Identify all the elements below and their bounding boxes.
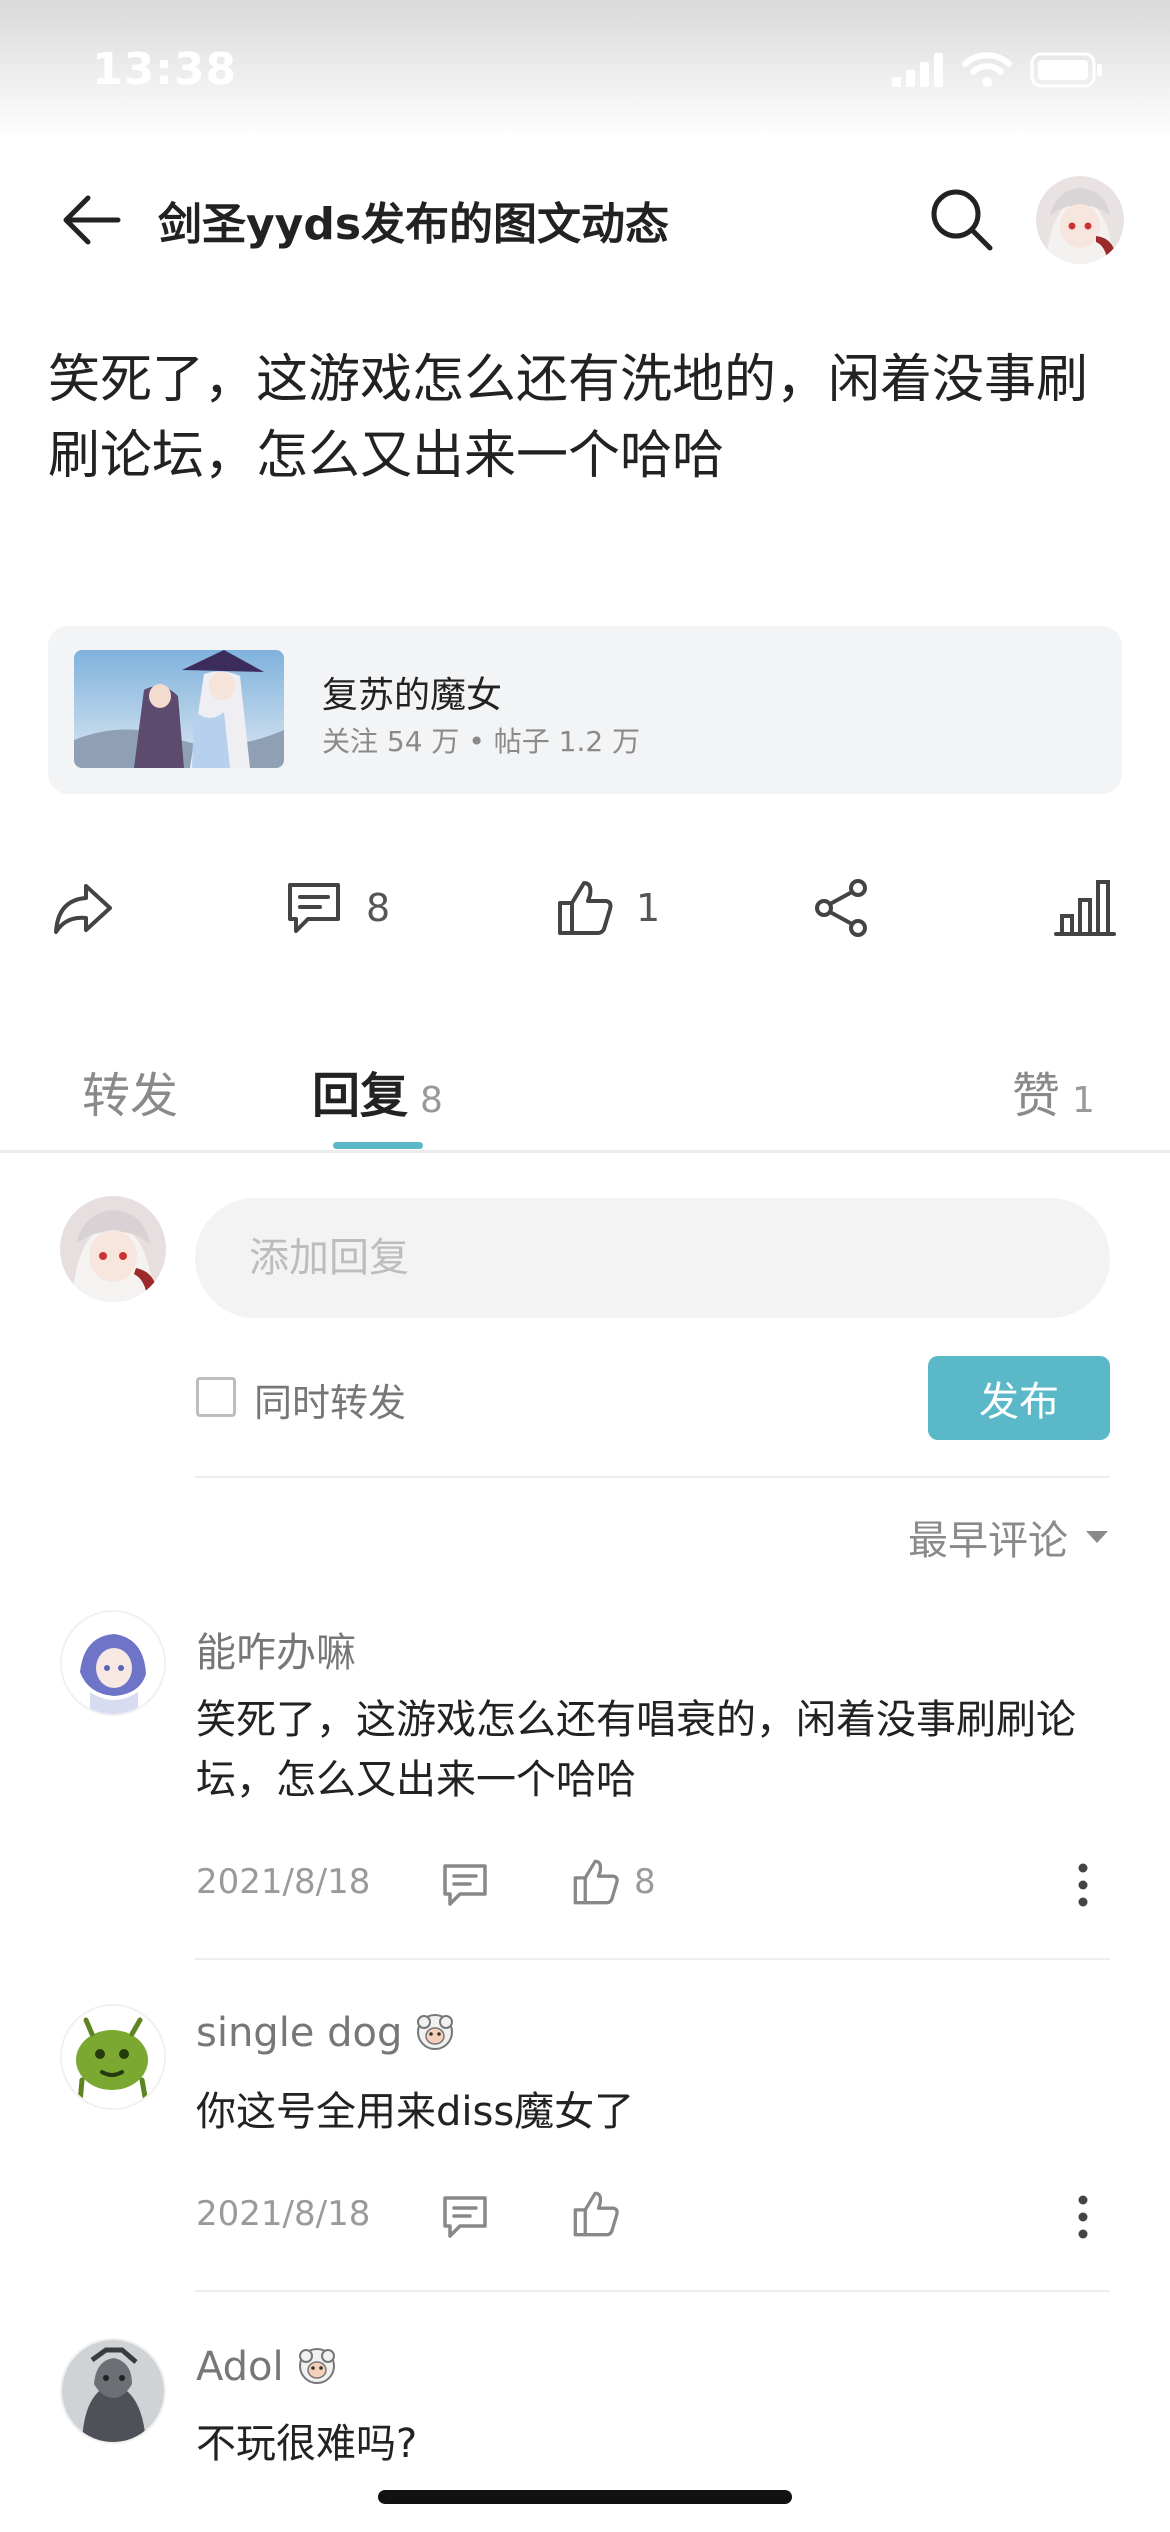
commenter-avatar[interactable] bbox=[60, 1610, 166, 1716]
tab-label: 回复 bbox=[312, 1068, 409, 1124]
bar-chart-icon bbox=[1054, 880, 1116, 936]
comment-text: 笑死了，这游戏怎么还有唱衰的，闲着没事刷刷论坛，怎么又出来一个哈哈 bbox=[196, 1697, 1076, 1803]
commenter-name[interactable]: 能咋办嘛 bbox=[196, 1620, 356, 1678]
stats-button[interactable] bbox=[1054, 870, 1116, 946]
post-body: 笑死了，这游戏怎么还有洗地的，闲着没事刷刷论坛，怎么又出来一个哈哈 bbox=[48, 350, 1089, 486]
tab-count: 8 bbox=[420, 1080, 443, 1121]
sheep-badge-icon bbox=[417, 2014, 454, 2050]
page-title: 剑圣yyds发布的图文动态 bbox=[158, 199, 670, 250]
thumbs-up-icon bbox=[558, 881, 613, 935]
comment-date: 2021/8/18 bbox=[196, 2194, 371, 2234]
sort-dropdown[interactable]: 最早评论 bbox=[908, 1508, 1110, 1566]
more-icon[interactable] bbox=[1068, 1860, 1098, 1910]
commenter-name-text: 能咋办嘛 bbox=[196, 1630, 356, 1676]
share-icon bbox=[815, 879, 867, 937]
status-time: 13:38 bbox=[92, 44, 238, 95]
commenter-name[interactable]: single dog bbox=[196, 2010, 458, 2056]
status-icons bbox=[892, 52, 1104, 88]
comment-text: 你这号全用来diss魔女了 bbox=[196, 2089, 635, 2135]
sheep-badge-icon bbox=[298, 2348, 335, 2384]
comment-icon bbox=[288, 883, 340, 933]
tab-divider bbox=[0, 1150, 1170, 1153]
comment-button[interactable]: 8 bbox=[284, 870, 390, 946]
wifi-icon bbox=[962, 52, 1012, 87]
battery-icon bbox=[1030, 52, 1102, 88]
comment-meta: 2021/8/18 8 bbox=[196, 1854, 1116, 1914]
forward-icon bbox=[54, 884, 112, 934]
tab-likes[interactable]: 赞1 bbox=[1012, 1056, 1095, 1126]
thumbs-up-icon bbox=[573, 2191, 619, 2237]
reply-icon[interactable] bbox=[440, 2192, 490, 2242]
tab-replies[interactable]: 回复 8 bbox=[312, 1056, 443, 1126]
game-name: 复苏的魔女 bbox=[322, 675, 503, 716]
forward-button[interactable] bbox=[52, 870, 114, 946]
sort-label: 最早评论 bbox=[908, 1518, 1068, 1564]
author-avatar[interactable] bbox=[1036, 176, 1124, 264]
comment-meta: 2021/8/18 bbox=[196, 2186, 1116, 2246]
forward-checkbox[interactable] bbox=[196, 1377, 236, 1417]
game-thumbnail bbox=[74, 650, 284, 768]
like-count: 1 bbox=[636, 886, 661, 930]
tab-forward[interactable]: 转发 bbox=[82, 1056, 178, 1126]
commenter-avatar[interactable] bbox=[60, 2004, 166, 2110]
comment-divider bbox=[195, 1958, 1110, 1960]
commenter-name-text: single dog bbox=[196, 2010, 403, 2056]
comment-like-button[interactable]: 8 bbox=[572, 1858, 656, 1906]
publish-button[interactable]: 发布 bbox=[928, 1356, 1110, 1440]
tab-label: 赞 bbox=[1012, 1068, 1061, 1124]
commenter-name-text: Adol bbox=[196, 2344, 284, 2390]
comment-text: 不玩很难吗? bbox=[196, 2421, 418, 2467]
my-avatar bbox=[60, 1196, 166, 1302]
forward-checkbox-label[interactable]: 同时转发 bbox=[254, 1372, 406, 1427]
caret-down-icon bbox=[1086, 1531, 1108, 1543]
signal-icon bbox=[892, 53, 943, 87]
search-icon[interactable] bbox=[926, 184, 996, 254]
comment-like-button[interactable] bbox=[572, 2190, 634, 2238]
composer-divider bbox=[195, 1476, 1110, 1478]
commenter-name[interactable]: Adol bbox=[196, 2344, 340, 2390]
tab-count: 1 bbox=[1072, 1080, 1095, 1121]
game-card[interactable]: 复苏的魔女 关注 54 万 • 帖子 1.2 万 bbox=[48, 626, 1122, 794]
thumbs-up-icon bbox=[573, 1859, 619, 1905]
home-indicator[interactable] bbox=[378, 2490, 792, 2504]
active-tab-indicator bbox=[333, 1142, 423, 1149]
like-button[interactable]: 1 bbox=[556, 870, 660, 946]
comment-divider bbox=[195, 2290, 1110, 2292]
comment-date: 2021/8/18 bbox=[196, 1862, 371, 1902]
more-icon[interactable] bbox=[1068, 2192, 1098, 2242]
reply-icon[interactable] bbox=[440, 1860, 490, 1910]
comment-like-count: 8 bbox=[634, 1862, 656, 1902]
tab-label: 转发 bbox=[82, 1068, 179, 1124]
comment-count: 8 bbox=[366, 886, 391, 930]
back-arrow-icon[interactable] bbox=[58, 190, 122, 250]
commenter-avatar[interactable] bbox=[60, 2338, 166, 2444]
game-stats: 关注 54 万 • 帖子 1.2 万 bbox=[322, 725, 641, 758]
share-button[interactable] bbox=[812, 870, 872, 946]
reply-input[interactable] bbox=[195, 1198, 1110, 1318]
